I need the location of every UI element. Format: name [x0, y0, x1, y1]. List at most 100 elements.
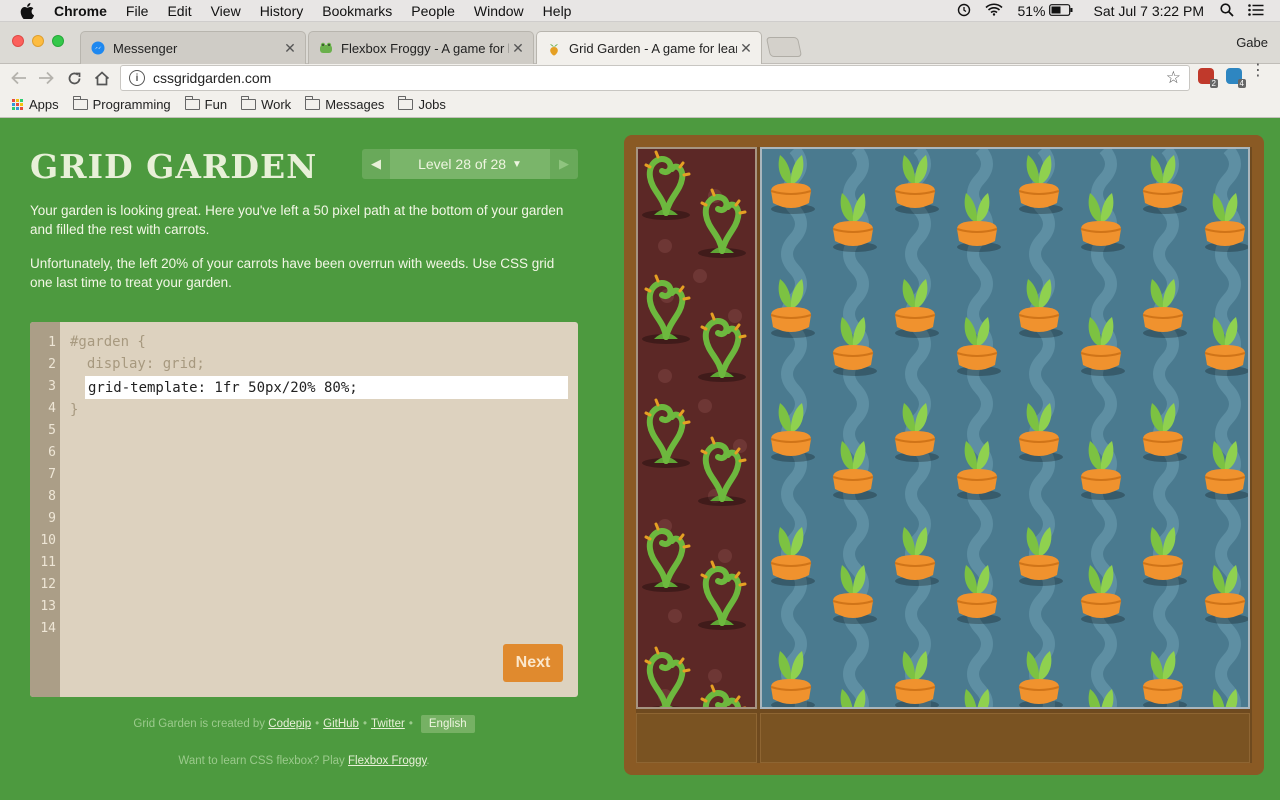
css-code-input[interactable] — [85, 376, 568, 399]
bookmark-folder-work[interactable]: Work — [241, 96, 292, 112]
clock[interactable]: Sat Jul 7 3:22 PM — [1093, 3, 1204, 19]
bookmark-folder-fun[interactable]: Fun — [184, 96, 228, 112]
menu-edit[interactable]: Edit — [167, 3, 191, 19]
battery-icon[interactable] — [1049, 3, 1073, 19]
home-icon[interactable] — [91, 67, 113, 89]
page-content: GRID GARDEN ◀ Level 28 of 28 ▼ ▶ Your ga… — [0, 119, 1280, 800]
menu-history[interactable]: History — [260, 3, 304, 19]
tab-title: Grid Garden - A game for learn — [569, 41, 737, 56]
promo-suffix: . — [426, 755, 430, 767]
menu-help[interactable]: Help — [543, 3, 572, 19]
reload-icon[interactable] — [63, 67, 85, 89]
code-line: display: grid; — [70, 356, 205, 372]
tab-strip: Messenger ✕ Flexbox Froggy - A game for … — [0, 22, 1280, 65]
bookmark-folder-messages[interactable]: Messages — [305, 96, 385, 112]
wifi-icon[interactable] — [985, 3, 1004, 19]
tab-messenger[interactable]: Messenger ✕ — [80, 31, 306, 64]
bookmark-folder-jobs[interactable]: Jobs — [398, 96, 446, 112]
spotlight-search-icon[interactable] — [1220, 2, 1234, 20]
carrot-icon — [952, 189, 1002, 258]
tab-grid-garden[interactable]: Grid Garden - A game for learn ✕ — [536, 31, 762, 65]
level-dropdown[interactable]: Level 28 of 28 ▼ — [390, 149, 550, 179]
minimize-window-button[interactable] — [32, 35, 44, 47]
flexbox-froggy-link[interactable]: Flexbox Froggy — [348, 755, 426, 767]
tab-close-icon[interactable]: ✕ — [737, 40, 755, 57]
line-number: 12 — [40, 577, 56, 592]
new-tab-button[interactable] — [765, 37, 803, 57]
carrot-icon — [890, 399, 940, 468]
time-machine-icon[interactable] — [957, 3, 971, 20]
tab-flexbox-froggy[interactable]: Flexbox Froggy - A game for le ✕ — [308, 31, 534, 64]
language-selector[interactable]: English — [420, 715, 475, 733]
weed-icon — [638, 149, 698, 226]
bookmark-folder-programming[interactable]: Programming — [72, 96, 171, 112]
menu-bookmarks[interactable]: Bookmarks — [322, 3, 392, 19]
tab-close-icon[interactable]: ✕ — [281, 40, 299, 57]
bookmark-star-icon[interactable]: ☆ — [1166, 68, 1181, 88]
previous-level-arrow-icon[interactable]: ◀ — [362, 149, 390, 179]
level-navigation: ◀ Level 28 of 28 ▼ ▶ — [362, 149, 578, 179]
site-info-icon[interactable]: i — [129, 70, 145, 86]
codepip-link[interactable]: Codepip — [268, 718, 311, 730]
garden-frame — [624, 135, 1264, 775]
close-window-button[interactable] — [12, 35, 24, 47]
carrot-icon — [1200, 561, 1248, 630]
maximize-window-button[interactable] — [52, 35, 64, 47]
bookmark-label: Messages — [325, 97, 385, 112]
address-bar[interactable]: i cssgridgarden.com ☆ — [120, 65, 1190, 91]
url-text[interactable]: cssgridgarden.com — [153, 70, 271, 86]
menu-app-name[interactable]: Chrome — [54, 3, 107, 19]
extension-badge: 2 — [1209, 79, 1218, 88]
github-link[interactable]: GitHub — [323, 718, 359, 730]
menu-window[interactable]: Window — [474, 3, 524, 19]
profile-name[interactable]: Gabe — [1236, 35, 1268, 50]
carrot-icon — [1076, 189, 1126, 258]
carrot-grid-area — [760, 147, 1250, 709]
carrot-icon — [1138, 151, 1188, 220]
bookmark-label: Work — [261, 97, 292, 112]
browser-toolbar: i cssgridgarden.com ☆ 2 4 ⋮ — [0, 63, 1280, 92]
messenger-icon — [91, 41, 105, 55]
folder-icon — [398, 96, 414, 110]
line-number-gutter: 1 2 3 4 5 6 7 8 9 10 11 12 13 14 — [30, 322, 60, 697]
blue-extension-icon[interactable]: 4 — [1226, 68, 1246, 88]
menu-view[interactable]: View — [211, 3, 241, 19]
forward-arrow-icon[interactable] — [35, 67, 57, 89]
carrot-icon — [1138, 647, 1188, 707]
tab-close-icon[interactable]: ✕ — [509, 40, 527, 57]
line-number: 13 — [40, 599, 56, 614]
red-extension-icon[interactable]: 2 — [1198, 68, 1218, 88]
line-number: 11 — [40, 555, 56, 570]
carrot-icon — [828, 189, 878, 258]
instruction-paragraph: Your garden is looking great. Here you'v… — [30, 203, 564, 237]
carrot-icon — [1076, 437, 1126, 506]
line-number: 6 — [48, 445, 56, 460]
carrot-icon — [952, 313, 1002, 382]
next-button[interactable]: Next — [503, 644, 563, 682]
carrot-icon — [1014, 523, 1064, 592]
line-number: 1 — [48, 335, 56, 350]
carrot-icon — [1076, 561, 1126, 630]
credits-text: Grid Garden is created by — [133, 718, 266, 730]
garden — [636, 147, 1252, 763]
bookmark-apps[interactable]: Apps — [0, 97, 59, 112]
level-label: Level 28 of 28 — [418, 156, 507, 172]
path-area — [636, 713, 757, 763]
carrot-icon — [828, 561, 878, 630]
chrome-menu-icon[interactable]: ⋮ — [1250, 63, 1266, 79]
carrot-icon — [890, 647, 940, 707]
menu-people[interactable]: People — [411, 3, 455, 19]
apple-icon[interactable] — [20, 2, 38, 19]
carrot-icon — [890, 151, 940, 220]
bookmark-label: Fun — [204, 97, 228, 112]
bookmarks-bar: Apps Programming Fun Work Messages Jobs — [0, 92, 1280, 118]
notification-center-icon[interactable] — [1248, 3, 1264, 19]
next-level-arrow-icon[interactable]: ▶ — [550, 149, 578, 179]
menu-file[interactable]: File — [126, 3, 149, 19]
credits-footer: Grid Garden is created by Codepip • GitHub… — [30, 715, 578, 733]
back-arrow-icon[interactable] — [8, 67, 30, 89]
tab-title: Messenger — [113, 40, 178, 56]
twitter-link[interactable]: Twitter — [371, 718, 405, 730]
frog-icon — [319, 41, 333, 55]
carrot-icon — [952, 685, 1002, 707]
